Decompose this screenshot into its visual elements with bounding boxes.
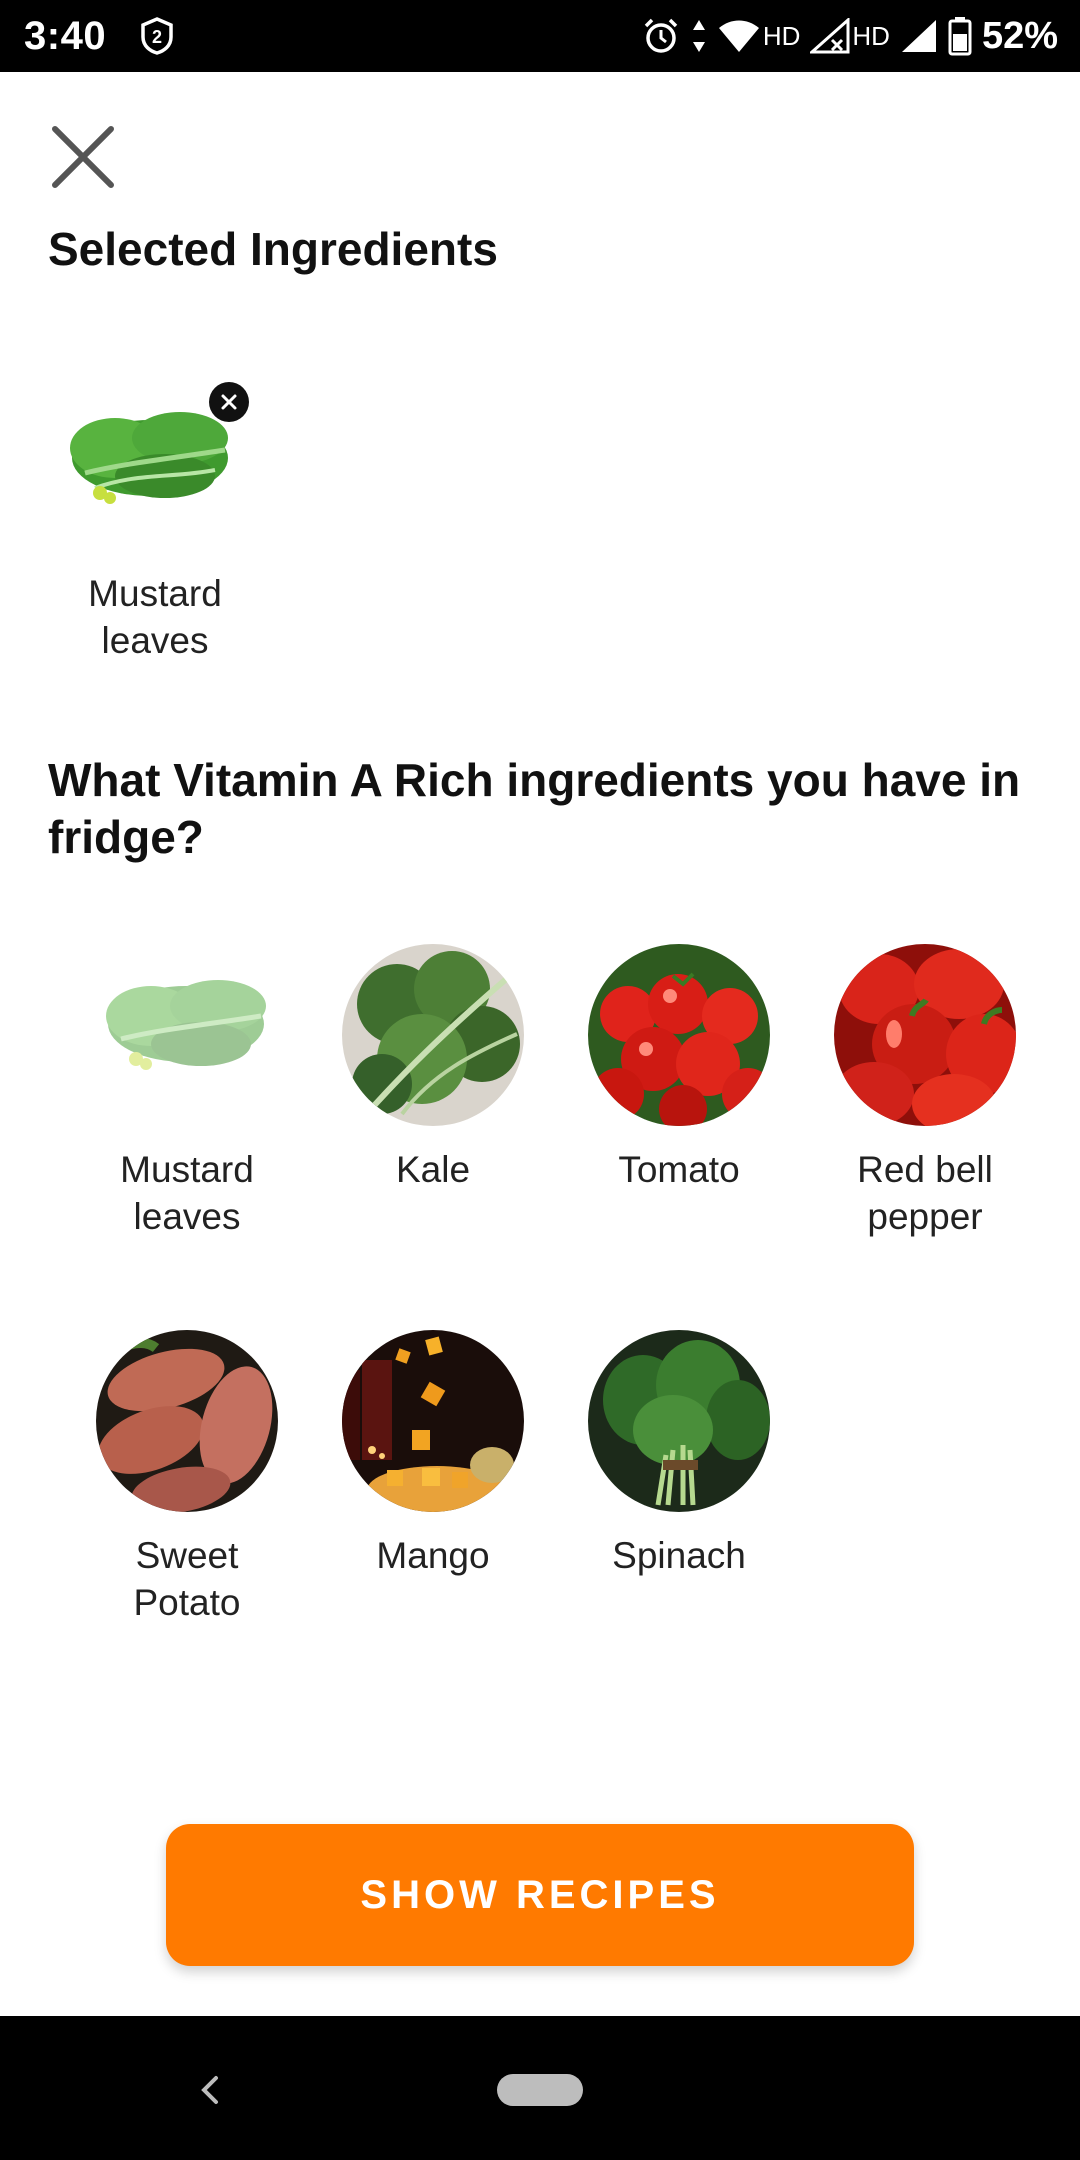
status-time: 3:40 bbox=[24, 13, 107, 58]
alarm-icon bbox=[641, 16, 681, 56]
network-type-2: HD bbox=[852, 20, 890, 51]
notification-count: 2 bbox=[152, 27, 162, 47]
sweet-potato-image bbox=[96, 1330, 278, 1512]
signal-icon-2 bbox=[900, 18, 938, 54]
selected-ingredient-item: Mustard leaves bbox=[50, 378, 260, 664]
ingredient-label: Kale bbox=[395, 1149, 471, 1190]
network-type-1: HD bbox=[762, 20, 801, 51]
ingredient-kale[interactable]: Kale bbox=[310, 944, 556, 1240]
ingredient-tomato[interactable]: Tomato bbox=[556, 944, 802, 1240]
ingredient-label: Sweet Potato bbox=[133, 1535, 241, 1623]
status-bar: 3:40 2 HD HD 52% bbox=[0, 0, 1080, 72]
remove-ingredient-icon[interactable] bbox=[209, 382, 249, 422]
mustard-leaves-image bbox=[96, 944, 278, 1126]
mustard-leaves-image bbox=[55, 378, 255, 548]
ingredient-grid: Mustard leaves Kale Tomato Red bell pepp… bbox=[64, 944, 1034, 1626]
show-recipes-button[interactable]: SHOW RECIPES bbox=[166, 1824, 914, 1966]
kale-image bbox=[342, 944, 524, 1126]
signal-icon bbox=[810, 18, 850, 54]
selected-ingredients-title: Selected Ingredients bbox=[48, 223, 498, 275]
ingredient-label: Mustard leaves bbox=[120, 1149, 254, 1237]
tomato-image bbox=[588, 944, 770, 1126]
ingredient-label: Red bell pepper bbox=[857, 1149, 993, 1237]
selected-ingredient-label: Mustard leaves bbox=[88, 573, 222, 661]
back-icon[interactable] bbox=[190, 2070, 230, 2110]
notification-badge-icon: 2 bbox=[140, 17, 174, 55]
ingredient-red-bell-pepper[interactable]: Red bell pepper bbox=[802, 944, 1048, 1240]
wifi-icon bbox=[717, 18, 761, 54]
close-icon[interactable] bbox=[44, 118, 122, 196]
spinach-image bbox=[588, 1330, 770, 1512]
ingredient-mango[interactable]: Mango bbox=[310, 1330, 556, 1626]
home-pill-icon[interactable] bbox=[497, 2074, 583, 2106]
navigation-bar bbox=[0, 2016, 1080, 2160]
question-title: What Vitamin A Rich ingredients you have… bbox=[48, 754, 1021, 863]
mango-image bbox=[342, 1330, 524, 1512]
data-arrows-icon bbox=[691, 18, 707, 54]
battery-percent: 52% bbox=[981, 14, 1058, 57]
ingredient-label: Spinach bbox=[612, 1535, 746, 1576]
ingredient-sweet-potato[interactable]: Sweet Potato bbox=[64, 1330, 310, 1626]
ingredient-label: Mango bbox=[376, 1535, 490, 1576]
ingredient-label: Tomato bbox=[618, 1149, 740, 1190]
ingredient-spinach[interactable]: Spinach bbox=[556, 1330, 802, 1626]
red-bell-pepper-image bbox=[834, 944, 1016, 1126]
battery-icon bbox=[948, 16, 972, 56]
ingredient-mustard-leaves[interactable]: Mustard leaves bbox=[64, 944, 310, 1240]
